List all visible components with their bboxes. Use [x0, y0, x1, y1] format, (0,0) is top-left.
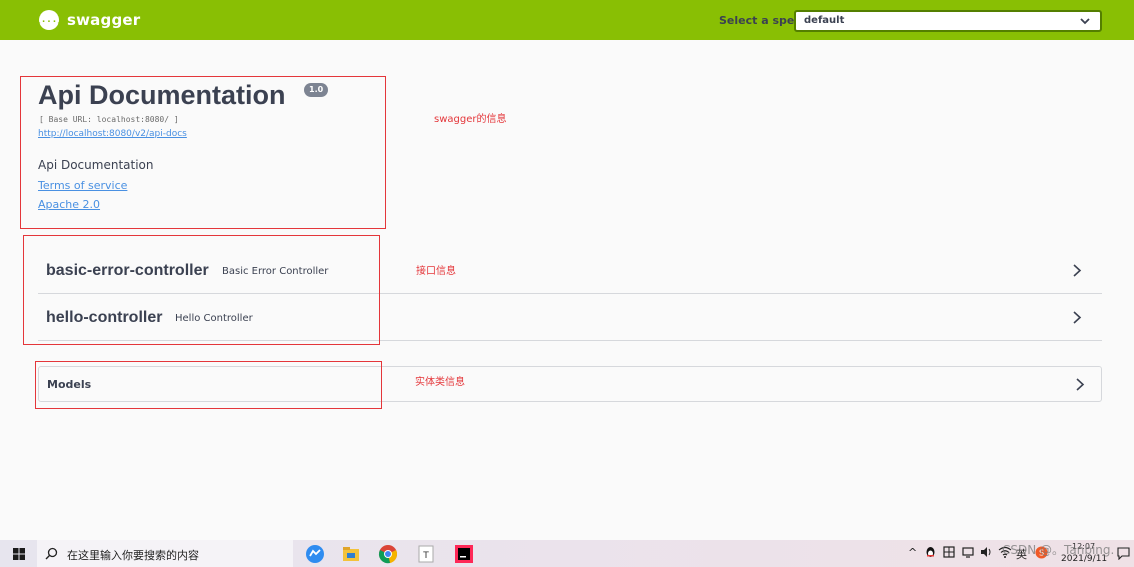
windows-start-icon[interactable]	[13, 548, 25, 560]
notification-icon[interactable]	[1117, 547, 1130, 560]
search-icon	[45, 547, 58, 560]
annotation-box-models	[35, 361, 382, 409]
select-spec-label: Select a spec	[719, 14, 801, 27]
app-icon-messenger[interactable]	[305, 544, 325, 564]
spec-select-value: default	[804, 15, 845, 26]
annotation-info-note: swagger的信息	[434, 114, 507, 125]
annotation-api-note: 接口信息	[416, 266, 456, 277]
typora-icon[interactable]: T	[416, 544, 436, 564]
taskbar: 在这里输入你要搜索的内容 T ^ 英 S 12:07 2021/9/11	[0, 540, 1134, 567]
chevron-right-icon[interactable]	[1072, 263, 1082, 278]
qq-icon[interactable]	[925, 546, 936, 559]
chevron-down-icon	[1080, 18, 1090, 25]
top-bar: {...} swagger Select a spec default	[0, 0, 1134, 40]
csdn-watermark: CSDN @。Tanbing.	[1002, 543, 1115, 557]
swagger-logo-icon: {...}	[35, 10, 63, 30]
spec-select[interactable]: default	[794, 10, 1102, 32]
chrome-icon[interactable]	[378, 544, 398, 564]
tray-expand-icon[interactable]: ^	[908, 546, 917, 559]
annotation-box-controllers	[23, 235, 380, 345]
intellij-icon[interactable]	[454, 544, 474, 564]
annotation-box-info	[20, 76, 386, 229]
network-icon[interactable]	[943, 546, 955, 558]
swagger-logo[interactable]: {...} swagger	[35, 10, 141, 30]
logo-text: swagger	[67, 11, 141, 29]
search-input[interactable]: 在这里输入你要搜索的内容	[67, 547, 199, 563]
chevron-right-icon[interactable]	[1072, 310, 1082, 325]
svg-text:T: T	[422, 551, 429, 561]
taskbar-search[interactable]: 在这里输入你要搜索的内容	[37, 540, 293, 567]
file-explorer-icon[interactable]	[341, 544, 361, 564]
display-icon[interactable]	[962, 546, 974, 558]
chevron-right-icon[interactable]	[1075, 377, 1085, 392]
annotation-model-note: 实体类信息	[415, 377, 465, 388]
volume-icon[interactable]	[980, 546, 993, 558]
